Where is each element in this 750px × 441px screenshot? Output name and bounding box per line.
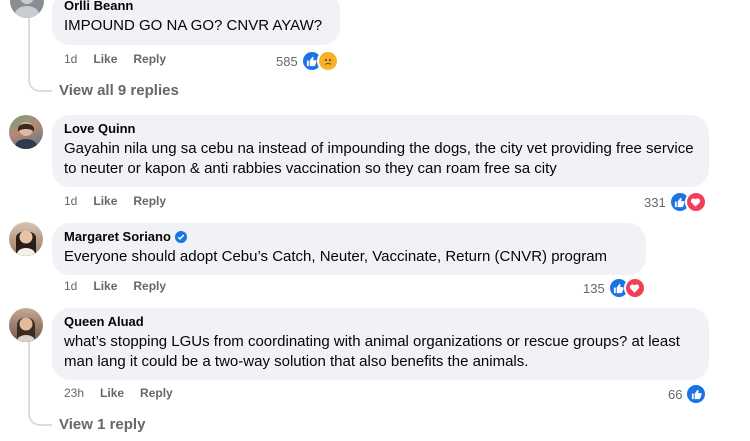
comment-text: Gayahin nila ung sa cebu na instead of i… <box>64 140 694 177</box>
comment-text: Everyone should adopt Cebu’s Catch, Neut… <box>64 248 608 265</box>
comment-bubble: Queen Aluad what’s stopping LGUs from co… <box>52 308 709 380</box>
like-icon <box>685 383 708 405</box>
love-icon <box>623 277 646 299</box>
comment-actions: 1d Like Reply <box>64 52 166 66</box>
reply-button[interactable]: Reply <box>133 279 166 293</box>
reply-button[interactable]: Reply <box>133 194 166 208</box>
comment-actions: 1d Like Reply <box>64 279 166 293</box>
comment-time[interactable]: 1d <box>64 279 77 293</box>
view-replies-link[interactable]: View all 9 replies <box>59 82 179 99</box>
reaction-count: 135 <box>583 280 605 296</box>
avatar[interactable] <box>9 115 43 149</box>
avatar[interactable] <box>9 222 43 256</box>
view-replies-link[interactable]: View 1 reply <box>59 416 145 433</box>
commenter-name[interactable]: Orlli Beann <box>64 0 328 14</box>
thread-elbow <box>28 76 52 92</box>
comment-text: what’s stopping LGUs from coordinating w… <box>64 333 680 370</box>
avatar[interactable] <box>10 0 44 18</box>
comment-bubble: Love Quinn Gayahin nila ung sa cebu na i… <box>52 115 709 187</box>
comment-actions: 23h Like Reply <box>64 386 173 400</box>
reaction-count: 66 <box>668 386 683 402</box>
comment-time[interactable]: 1d <box>64 194 77 208</box>
comment-actions: 1d Like Reply <box>64 194 166 208</box>
thread-elbow <box>28 410 52 426</box>
commenter-name-text: Margaret Soriano <box>64 229 171 244</box>
like-button[interactable]: Like <box>93 52 117 66</box>
reaction-count: 331 <box>644 194 666 210</box>
reaction-summary[interactable]: 585 <box>276 50 339 72</box>
avatar[interactable] <box>9 308 43 342</box>
comment-time[interactable]: 23h <box>64 386 84 400</box>
reply-button[interactable]: Reply <box>140 386 173 400</box>
sad-icon <box>316 50 339 72</box>
comment-time[interactable]: 1d <box>64 52 77 66</box>
comment-bubble: Margaret Soriano Everyone should adopt C… <box>52 223 646 275</box>
reaction-summary[interactable]: 66 <box>668 383 708 405</box>
verified-badge-icon <box>174 231 187 243</box>
comment-text: IMPOUND GO NA GO? CNVR AYAW? <box>64 17 323 34</box>
commenter-name[interactable]: Margaret Soriano <box>64 229 634 245</box>
like-button[interactable]: Like <box>100 386 124 400</box>
like-button[interactable]: Like <box>93 279 117 293</box>
commenter-name[interactable]: Queen Aluad <box>64 314 697 330</box>
reaction-summary[interactable]: 331 <box>644 191 707 213</box>
like-button[interactable]: Like <box>93 194 117 208</box>
love-icon <box>684 191 707 213</box>
reaction-summary[interactable]: 135 <box>583 277 646 299</box>
commenter-name[interactable]: Love Quinn <box>64 121 697 137</box>
comment-bubble: Orlli Beann IMPOUND GO NA GO? CNVR AYAW? <box>52 0 340 45</box>
reaction-count: 585 <box>276 53 298 69</box>
reply-button[interactable]: Reply <box>133 52 166 66</box>
